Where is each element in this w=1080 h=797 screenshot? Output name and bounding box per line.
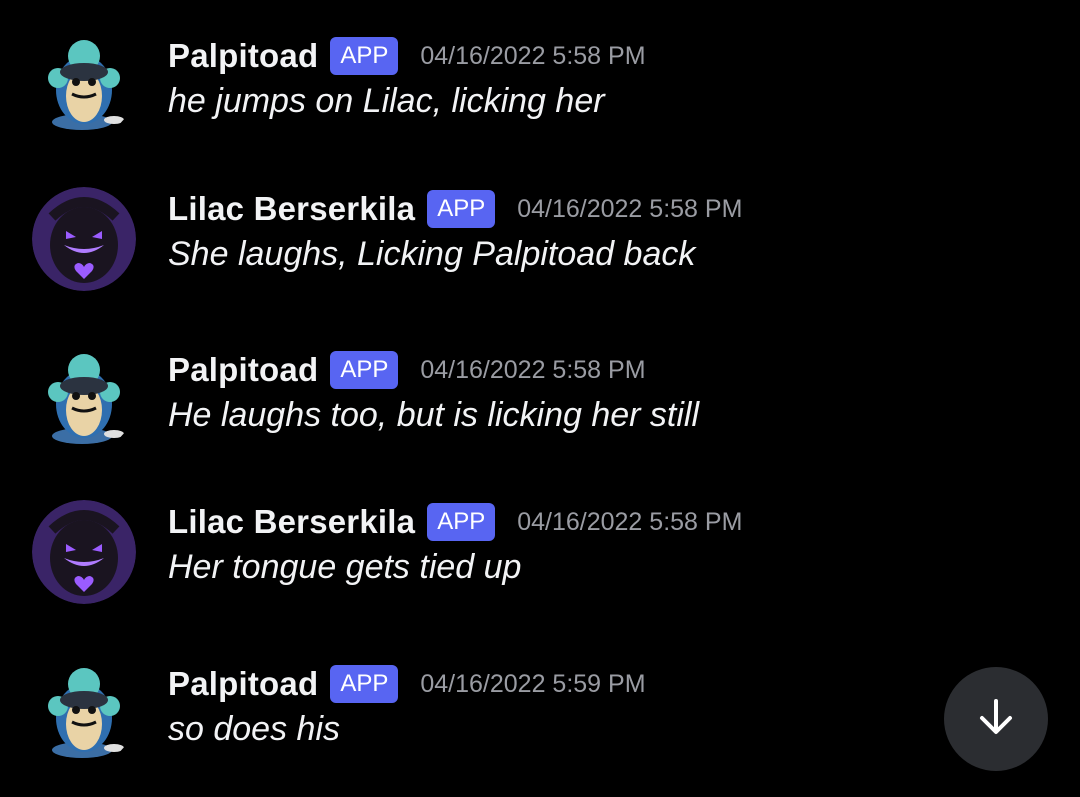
author-name[interactable]: Palpitoad [168,665,318,703]
message: Palpitoad APP 04/16/2022 5:58 PM He laug… [0,348,1080,468]
author-name[interactable]: Palpitoad [168,37,318,75]
app-badge: APP [427,503,496,541]
message-timestamp: 04/16/2022 5:58 PM [420,355,646,384]
message: Palpitoad APP 04/16/2022 5:58 PM he jump… [0,34,1080,154]
chat-messages: Palpitoad APP 04/16/2022 5:58 PM he jump… [0,0,1080,797]
app-badge: APP [330,37,399,75]
message-text: he jumps on Lilac, licking her [168,82,605,120]
app-badge: APP [330,665,399,703]
palpitoad-avatar-icon[interactable] [32,662,136,766]
palpitoad-avatar-icon[interactable] [32,34,136,138]
palpitoad-avatar-icon[interactable] [32,348,136,452]
message-text: He laughs too, but is licking her still [168,396,700,434]
lilac-avatar-icon[interactable] [32,500,136,604]
message-text: so does his [168,710,340,748]
app-badge: APP [330,351,399,389]
arrow-down-icon [974,695,1018,744]
message: Lilac Berserkila APP 04/16/2022 5:58 PM … [0,187,1080,307]
message-text: Her tongue gets tied up [168,548,522,586]
message-timestamp: 04/16/2022 5:59 PM [420,669,646,698]
message-timestamp: 04/16/2022 5:58 PM [517,507,743,536]
author-name[interactable]: Lilac Berserkila [168,190,415,228]
message-timestamp: 04/16/2022 5:58 PM [517,194,743,223]
lilac-avatar-icon[interactable] [32,187,136,291]
app-badge: APP [427,190,496,228]
message-text: She laughs, Licking Palpitoad back [168,235,696,273]
author-name[interactable]: Palpitoad [168,351,318,389]
jump-to-bottom-button[interactable] [944,667,1048,771]
author-name[interactable]: Lilac Berserkila [168,503,415,541]
message-timestamp: 04/16/2022 5:58 PM [420,41,646,70]
message: Palpitoad APP 04/16/2022 5:59 PM so does… [0,662,1080,782]
message: Lilac Berserkila APP 04/16/2022 5:58 PM … [0,500,1080,620]
